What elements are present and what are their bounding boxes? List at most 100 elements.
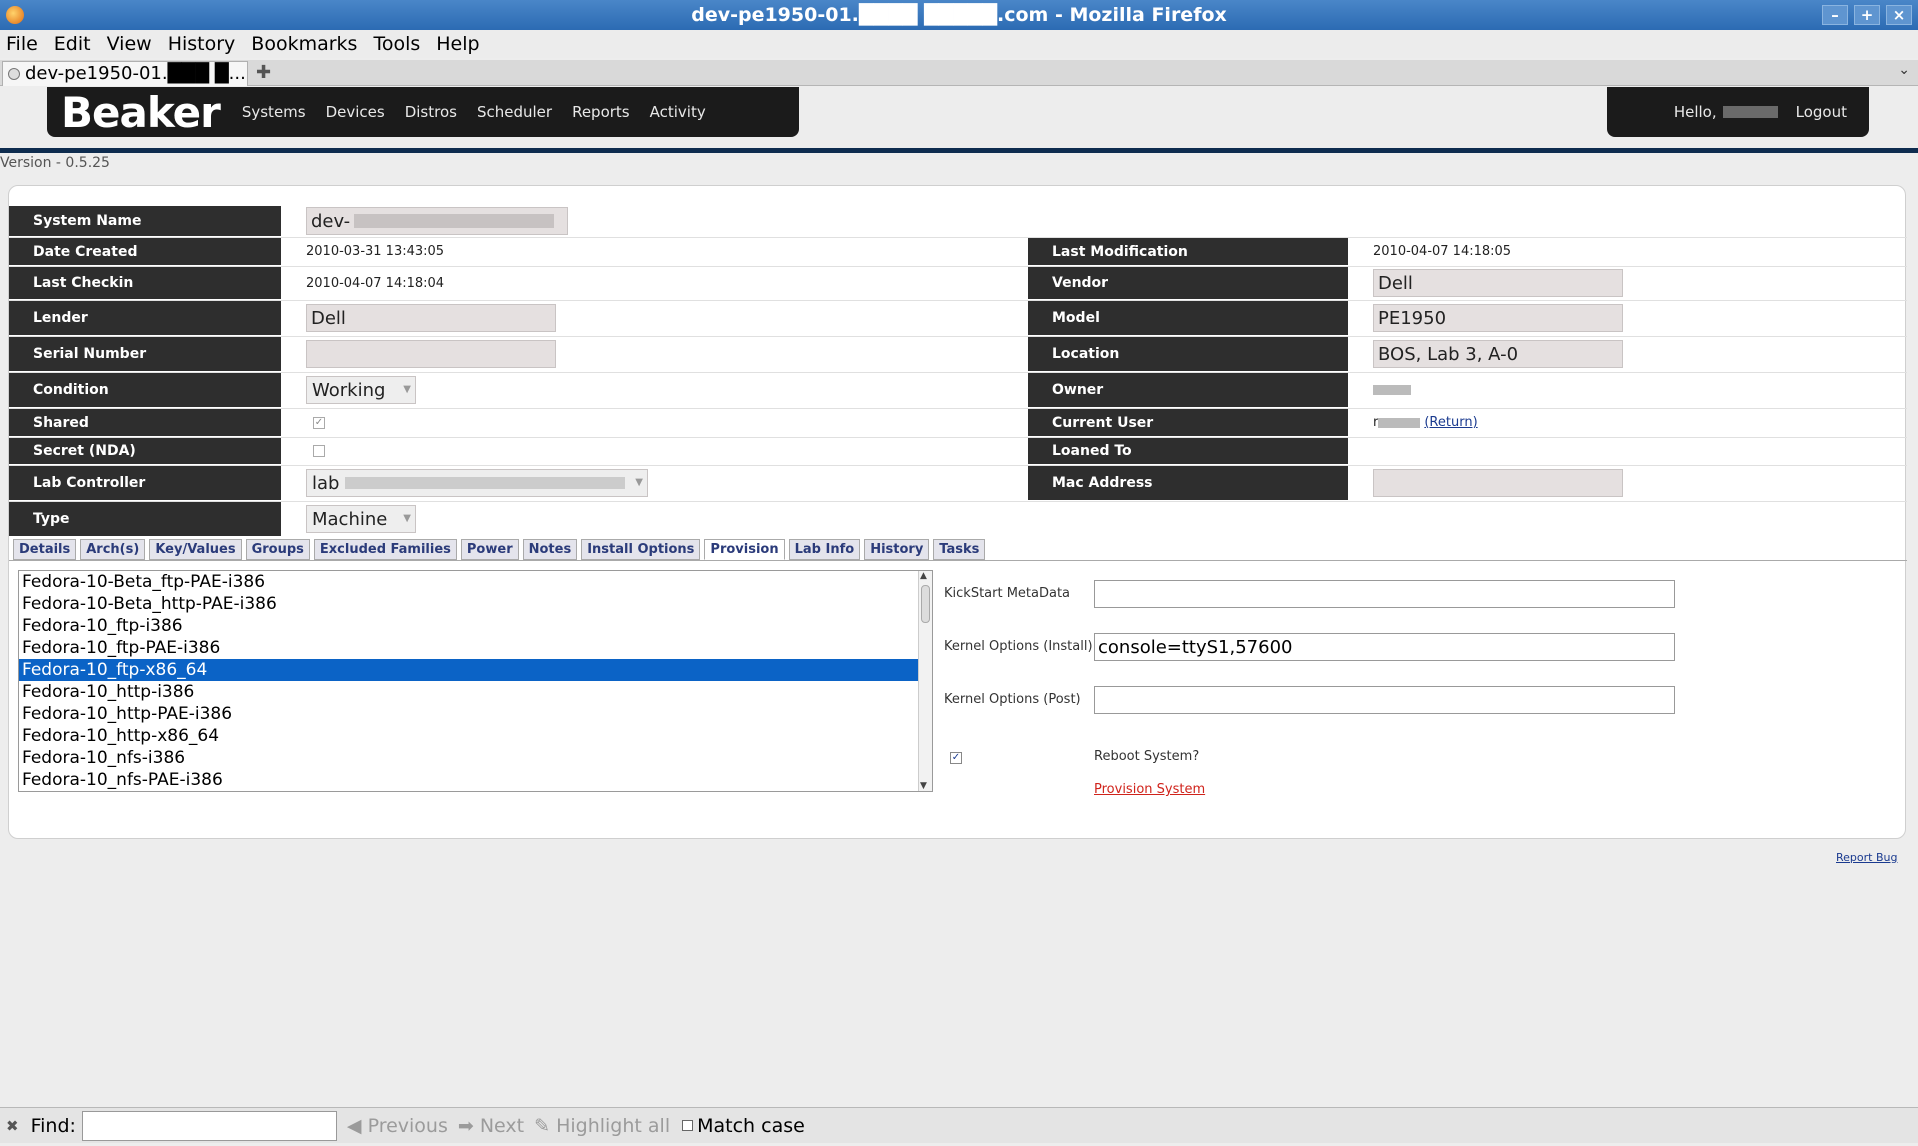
label-serial-number: Serial Number (9, 337, 281, 371)
chevron-down-icon: ▼ (635, 477, 643, 488)
row-secret-loaned: Secret (NDA) Loaned To (9, 438, 1907, 464)
mac-address-field[interactable] (1373, 469, 1623, 497)
tab-install-options[interactable]: Install Options (581, 539, 701, 560)
secret-checkbox[interactable] (313, 445, 325, 457)
tab-archs[interactable]: Arch(s) (80, 539, 146, 560)
list-item[interactable]: Fedora-10_nfs-PAE-i386 (19, 769, 932, 791)
kernel-post-input[interactable] (1094, 686, 1675, 714)
minimize-button[interactable]: – (1822, 5, 1848, 25)
menu-bookmarks[interactable]: Bookmarks (243, 33, 365, 55)
ks-meta-input[interactable] (1094, 580, 1675, 608)
scroll-thumb[interactable] (921, 585, 930, 623)
find-next-button[interactable]: ➡ Next (458, 1115, 524, 1137)
browser-tab[interactable]: dev-pe1950-01.███ █... (2, 61, 248, 86)
list-item[interactable]: Fedora-10-Beta_ftp-PAE-i386 (19, 571, 932, 593)
version-text: Version - 0.5.25 (0, 155, 110, 171)
match-case-checkbox[interactable]: Match case (682, 1115, 805, 1137)
tab-provision[interactable]: Provision (704, 539, 785, 560)
tab-details[interactable]: Details (13, 539, 77, 560)
list-item-selected[interactable]: Fedora-10_ftp-x86_64 (19, 659, 932, 681)
condition-select[interactable]: Working ▼ (306, 376, 416, 404)
provision-system-link[interactable]: Provision System (1094, 782, 1205, 797)
scroll-down-icon[interactable]: ▼ (920, 781, 927, 791)
row-shared-current-user: Shared ✓ Current User r (Return) (9, 409, 1907, 436)
list-item[interactable]: Fedora-10_http-PAE-i386 (19, 703, 932, 725)
list-item[interactable]: Fedora-10_nfs-i386 (19, 747, 932, 769)
tab-list-icon[interactable]: ⌄ (1898, 62, 1910, 78)
favicon-icon (8, 68, 20, 80)
beaker-logo[interactable]: Beaker (61, 88, 221, 137)
system-name-field[interactable]: dev- (306, 207, 568, 235)
reboot-checkbox[interactable]: ✓ (950, 752, 962, 764)
menu-edit[interactable]: Edit (46, 33, 99, 55)
match-case-box[interactable] (682, 1120, 694, 1131)
list-item[interactable]: Fedora-10_http-i386 (19, 681, 932, 703)
menu-tools[interactable]: Tools (365, 33, 428, 55)
close-findbar-icon[interactable]: ✖ (6, 1117, 19, 1135)
menu-file[interactable]: File (0, 33, 46, 55)
tab-groups[interactable]: Groups (245, 539, 310, 560)
match-case-label: Match case (697, 1114, 805, 1137)
tab-lab-info[interactable]: Lab Info (788, 539, 861, 560)
list-scrollbar[interactable]: ▲ ▼ (918, 571, 932, 791)
scroll-up-icon[interactable]: ▲ (920, 571, 927, 581)
serial-number-field[interactable] (306, 340, 556, 368)
tab-history[interactable]: History (864, 539, 930, 560)
redacted-owner (1373, 385, 1411, 395)
nav-devices[interactable]: Devices (316, 103, 395, 121)
report-bug-link[interactable]: Report Bug (1836, 851, 1897, 864)
list-item[interactable]: Fedora-10_ftp-i386 (19, 615, 932, 637)
label-type: Type (9, 502, 281, 536)
new-tab-icon[interactable]: ✚ (256, 62, 271, 83)
kernel-install-input[interactable]: console=ttyS1,57600 (1094, 633, 1675, 661)
menu-view[interactable]: View (99, 33, 160, 55)
row-lender-model: Lender Dell Model PE1950 (9, 301, 1907, 335)
nav-systems[interactable]: Systems (232, 103, 316, 121)
find-label: Find: (30, 1114, 76, 1137)
window-titlebar: dev-pe1950-01.████ █████.com - Mozilla F… (0, 0, 1918, 30)
tab-power[interactable]: Power (460, 539, 519, 560)
find-bar: ✖ Find: ◀ Previous ➡ Next ✎ Highlight al… (0, 1107, 1918, 1143)
lab-controller-select[interactable]: lab ▼ (306, 469, 648, 497)
find-previous-button[interactable]: ◀ Previous (347, 1115, 448, 1137)
logout-link[interactable]: Logout (1796, 103, 1847, 121)
distro-listbox[interactable]: Fedora-10-Beta_ftp-PAE-i386 Fedora-10-Be… (18, 570, 933, 792)
chevron-down-icon: ▼ (403, 513, 411, 524)
nav-scheduler[interactable]: Scheduler (467, 103, 562, 121)
vendor-field[interactable]: Dell (1373, 269, 1623, 297)
user-box: Hello, Logout (1607, 87, 1869, 137)
kernel-post-label: Kernel Options (Post) (944, 692, 1081, 707)
nav-activity[interactable]: Activity (640, 103, 716, 121)
find-input[interactable] (81, 1110, 337, 1141)
shared-checkbox[interactable]: ✓ (313, 416, 325, 429)
nav-distros[interactable]: Distros (395, 103, 467, 121)
return-link[interactable]: (Return) (1424, 415, 1477, 430)
menu-history[interactable]: History (160, 33, 244, 55)
tab-notes[interactable]: Notes (522, 539, 578, 560)
lender-field[interactable]: Dell (306, 304, 556, 332)
list-item[interactable]: Fedora-10_http-x86_64 (19, 725, 932, 747)
label-mac-address: Mac Address (1028, 466, 1348, 500)
nav-reports[interactable]: Reports (562, 103, 640, 121)
type-select[interactable]: Machine ▼ (306, 505, 416, 533)
row-checkin-vendor: Last Checkin 2010-04-07 14:18:04 Vendor … (9, 267, 1907, 299)
model-field[interactable]: PE1950 (1373, 304, 1623, 332)
menu-help[interactable]: Help (428, 33, 487, 55)
label-shared: Shared (9, 409, 281, 436)
last-checkin-value: 2010-04-07 14:18:04 (306, 275, 445, 291)
close-window-button[interactable]: × (1886, 5, 1912, 25)
tab-excluded-families[interactable]: Excluded Families (313, 539, 457, 560)
tab-key-values[interactable]: Key/Values (149, 539, 242, 560)
redacted-text (354, 214, 555, 228)
maximize-button[interactable]: + (1854, 5, 1880, 25)
kernel-install-label: Kernel Options (Install) (944, 639, 1093, 654)
location-field[interactable]: BOS, Lab 3, A-0 (1373, 340, 1623, 368)
page-content: Beaker Systems Devices Distros Scheduler… (0, 87, 1918, 1105)
list-item[interactable]: Fedora-10-Beta_http-PAE-i386 (19, 593, 932, 615)
redacted-lab-controller (345, 477, 626, 489)
list-item[interactable]: Fedora-10_ftp-PAE-i386 (19, 637, 932, 659)
tab-tasks[interactable]: Tasks (933, 539, 986, 560)
redacted-username (1722, 106, 1778, 118)
row-type: Type Machine ▼ (9, 502, 1907, 536)
highlight-all-button[interactable]: ✎ Highlight all (534, 1115, 670, 1137)
